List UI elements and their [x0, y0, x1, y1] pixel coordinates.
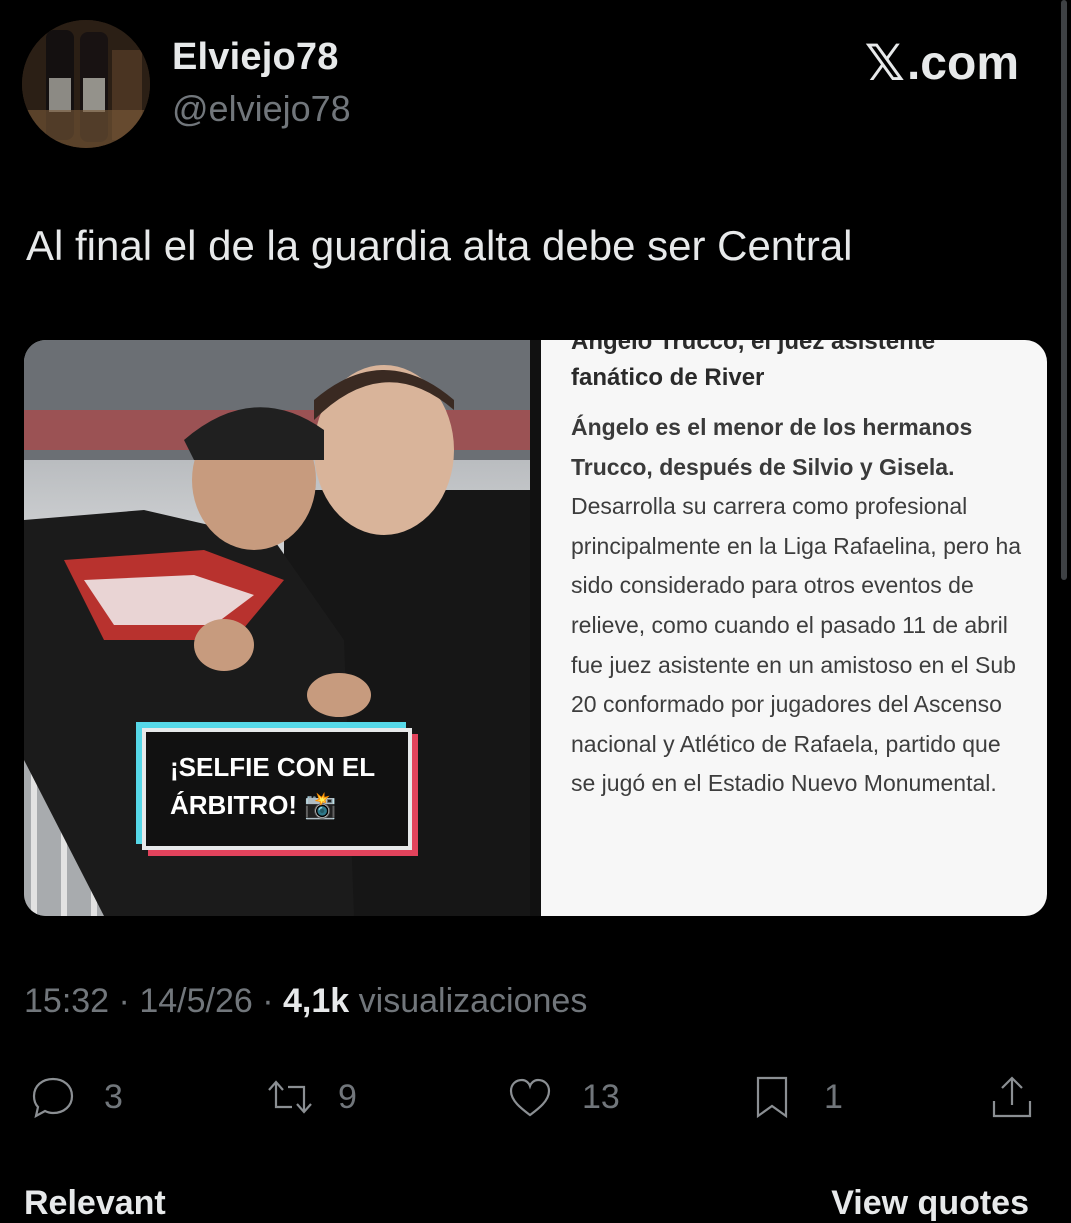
scrollbar[interactable] [1061, 0, 1067, 580]
article-lead: Ángelo es el menor de los hermanos Trucc… [571, 414, 973, 480]
bookmark-icon [756, 1076, 788, 1119]
brand-domain: .com [906, 36, 1019, 90]
repost-count: 9 [338, 1077, 357, 1116]
action-bar: 3 9 13 1 [0, 1062, 1071, 1132]
heart-icon [509, 1078, 551, 1117]
like-button[interactable]: 13 [502, 1062, 620, 1132]
author-display-name[interactable]: Elviejo78 [172, 36, 339, 79]
article-text: Desarrolla su carrera como profesional p… [571, 493, 1022, 797]
share-button[interactable] [984, 1062, 1040, 1132]
view-quotes-link[interactable]: View quotes [831, 1184, 1029, 1223]
article-body: Ángelo es el menor de los hermanos Trucc… [571, 408, 1031, 804]
tweet-time[interactable]: 15:32 [24, 982, 109, 1020]
share-icon [992, 1076, 1032, 1118]
selfie-overlay-caption: ¡SELFIE CON EL ÁRBITRO! 📸 [142, 728, 412, 850]
tweet-media[interactable]: ¡SELFIE CON EL ÁRBITRO! 📸 Ángelo Trucco,… [24, 340, 1047, 916]
x-logo-icon: 𝕏 [864, 34, 905, 92]
reply-icon [32, 1077, 74, 1119]
avatar[interactable] [22, 20, 150, 148]
relevant-sort-tab[interactable]: Relevant [24, 1184, 166, 1223]
tweet-date[interactable]: 14/5/26 [139, 982, 252, 1020]
author-handle[interactable]: @elviejo78 [172, 88, 351, 130]
bookmark-count: 1 [824, 1077, 843, 1116]
article-title: fanático de River [571, 364, 765, 391]
like-count: 13 [582, 1077, 620, 1116]
meta-separator: · [118, 982, 130, 1020]
repost-icon [268, 1080, 312, 1114]
views-count: 4,1k [283, 982, 350, 1020]
media-article-screenshot[interactable]: Ángelo Trucco, el juez asistente fanátic… [541, 340, 1047, 916]
tweet-meta: 15:32 · 14/5/26 · 4,1k visualizaciones [24, 982, 587, 1021]
repost-button[interactable]: 9 [262, 1062, 357, 1132]
overlay-line-1: ¡SELFIE CON EL [170, 752, 376, 782]
x-brand-logo: 𝕏 .com [865, 34, 1019, 92]
meta-separator: · [262, 982, 274, 1020]
reply-button[interactable]: 3 [24, 1062, 123, 1132]
overlay-line-2: ÁRBITRO! 📸 [170, 790, 337, 820]
views-label: visualizaciones [358, 982, 588, 1020]
bookmark-button[interactable]: 1 [744, 1062, 843, 1132]
tweet-text: Al final el de la guardia alta debe ser … [26, 222, 853, 269]
reply-count: 3 [104, 1077, 123, 1116]
media-photo[interactable]: ¡SELFIE CON EL ÁRBITRO! 📸 [24, 340, 530, 916]
